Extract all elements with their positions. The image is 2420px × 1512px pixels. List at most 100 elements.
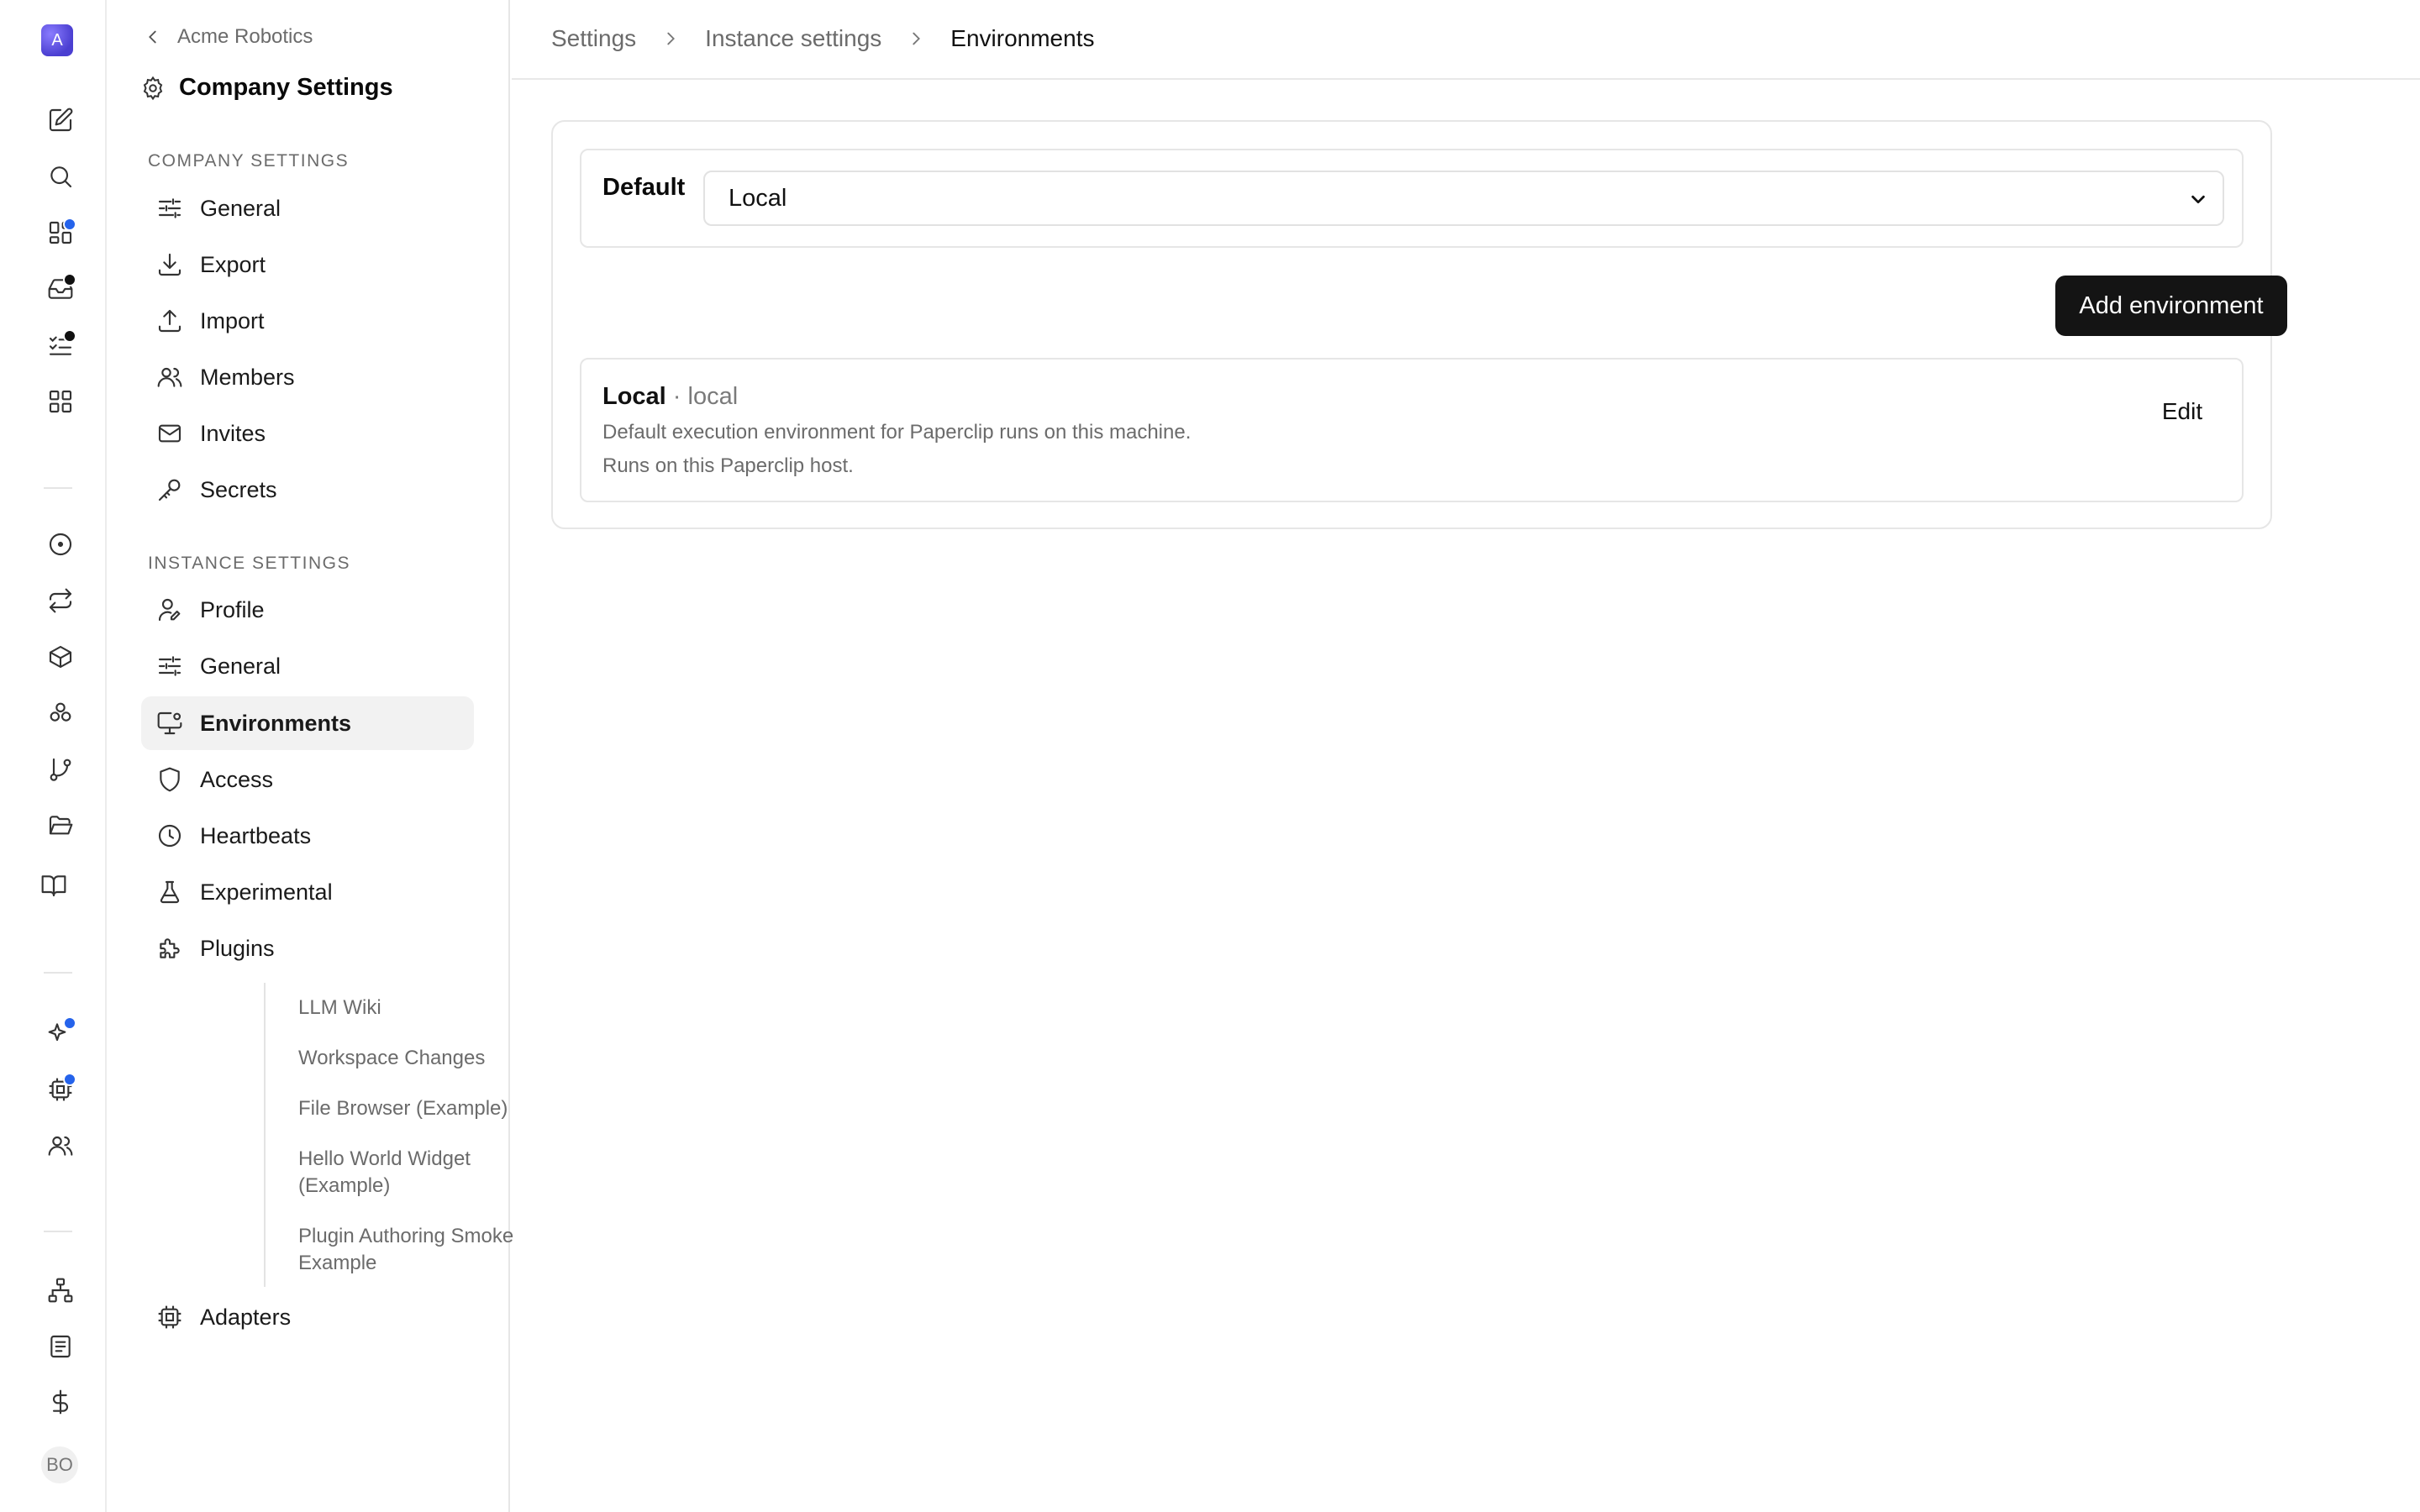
breadcrumb-instance-settings[interactable]: Instance settings xyxy=(705,25,881,52)
nav-import-label: Import xyxy=(200,307,265,333)
edit-environment-button[interactable]: Edit xyxy=(2144,385,2220,438)
nav-company-general-label: General xyxy=(200,195,281,221)
workspace-logo[interactable]: A xyxy=(41,24,73,56)
new-issue-icon[interactable] xyxy=(45,105,76,135)
sidebar-title: Company Settings xyxy=(140,74,393,102)
document-list-icon[interactable] xyxy=(45,1331,76,1362)
environment-name-separator: · xyxy=(666,383,688,410)
sparkles-notification-dot xyxy=(63,1016,76,1030)
user-avatar[interactable]: BO xyxy=(41,1446,78,1483)
instance-settings-section-label: INSTANCE SETTINGS xyxy=(148,554,350,573)
environment-name-text: Local xyxy=(602,383,666,410)
user-avatar-initials: BO xyxy=(46,1454,73,1475)
nav-profile-label: Profile xyxy=(200,596,265,622)
apps-grid-icon[interactable] xyxy=(45,386,76,417)
download-icon xyxy=(158,253,182,276)
nav-environments-label: Environments xyxy=(200,710,352,736)
nav-adapters-label: Adapters xyxy=(200,1304,292,1330)
git-branch-icon[interactable] xyxy=(45,754,76,785)
sliders-icon xyxy=(158,656,182,676)
nav-secrets[interactable]: Secrets xyxy=(141,463,474,517)
add-environment-button[interactable]: Add environment xyxy=(2055,276,2287,336)
back-link-label: Acme Robotics xyxy=(177,25,313,48)
icon-rail: A BO xyxy=(0,0,107,1512)
nav-invites-label: Invites xyxy=(200,420,266,446)
nav-access[interactable]: Access xyxy=(141,753,474,806)
clock-icon xyxy=(158,824,182,848)
environment-description: Default execution environment for Paperc… xyxy=(602,421,1192,444)
default-environment-select[interactable]: Local xyxy=(703,171,2224,226)
monitor-cog-icon xyxy=(157,711,182,735)
nav-export[interactable]: Export xyxy=(141,238,474,291)
sidebar-title-text: Company Settings xyxy=(179,74,393,101)
folder-open-icon[interactable] xyxy=(45,811,76,841)
environment-kind: local xyxy=(687,383,739,410)
plugin-tree-line xyxy=(264,983,266,1287)
mail-icon xyxy=(158,424,182,443)
sliders-icon xyxy=(158,198,182,218)
nav-environments[interactable]: Environments xyxy=(141,696,474,750)
nav-heartbeats-label: Heartbeats xyxy=(200,822,312,848)
rail-divider xyxy=(44,487,72,489)
nav-access-label: Access xyxy=(200,766,274,792)
chevron-down-icon xyxy=(2191,195,2205,204)
nav-members[interactable]: Members xyxy=(141,350,474,404)
settings-sidebar: Acme Robotics Company Settings COMPANY S… xyxy=(108,0,513,1512)
main-content: Settings Instance settings Environments … xyxy=(512,0,2420,1512)
environment-row: Local · local Default execution environm… xyxy=(580,358,2244,502)
workspace-logo-letter: A xyxy=(51,30,63,50)
gear-icon xyxy=(143,76,163,100)
nav-profile[interactable]: Profile xyxy=(141,583,474,637)
nav-instance-general[interactable]: General xyxy=(141,639,474,693)
environment-name: Local · local xyxy=(602,383,738,411)
rail-divider xyxy=(44,972,72,974)
nav-export-label: Export xyxy=(200,251,266,277)
nav-heartbeats[interactable]: Heartbeats xyxy=(141,809,474,863)
breadcrumb-settings[interactable]: Settings xyxy=(551,25,636,52)
search-icon[interactable] xyxy=(45,161,76,192)
top-bar: Settings Instance settings Environments xyxy=(512,0,2420,80)
key-icon xyxy=(158,479,181,501)
breadcrumb: Settings Instance settings Environments xyxy=(551,25,1094,52)
nav-adapters[interactable]: Adapters xyxy=(141,1290,474,1344)
back-to-company-link[interactable]: Acme Robotics xyxy=(144,25,313,49)
issues-circle-icon[interactable] xyxy=(45,529,76,559)
inbox-notification-dot xyxy=(63,273,76,286)
nav-plugins-label: Plugins xyxy=(200,935,275,961)
users-icon xyxy=(157,367,182,387)
team-users-icon[interactable] xyxy=(45,1131,76,1161)
org-chart-icon[interactable] xyxy=(45,1275,76,1305)
environment-host-note: Runs on this Paperclip host. xyxy=(602,454,854,477)
cpu-icon xyxy=(158,1305,182,1329)
agents-cluster-icon[interactable] xyxy=(45,698,76,728)
company-settings-section-label: COMPANY SETTINGS xyxy=(148,151,350,171)
chevron-left-icon xyxy=(149,30,156,44)
nav-company-general[interactable]: General xyxy=(141,181,474,235)
book-open-icon[interactable] xyxy=(39,870,69,900)
chevron-right-icon xyxy=(913,32,921,45)
environments-card: Default Local Add environment Local · lo… xyxy=(551,120,2287,529)
nav-import[interactable]: Import xyxy=(141,294,474,348)
nav-plugins[interactable]: Plugins xyxy=(141,921,474,975)
chevron-right-icon xyxy=(667,32,676,45)
nav-experimental[interactable]: Experimental xyxy=(141,865,474,919)
default-environment-box: Default Local xyxy=(580,149,2244,248)
package-icon[interactable] xyxy=(45,642,76,672)
plugin-item-plugin-authoring-smoke[interactable]: Plugin Authoring Smoke Example xyxy=(298,1223,542,1277)
nav-invites[interactable]: Invites xyxy=(141,407,474,460)
nav-instance-general-label: General xyxy=(200,653,281,679)
nav-secrets-label: Secrets xyxy=(200,476,277,502)
tasks-notification-dot xyxy=(63,329,76,343)
plugin-item-hello-world-widget[interactable]: Hello World Widget (Example) xyxy=(298,1146,500,1200)
breadcrumb-environments: Environments xyxy=(950,25,1095,51)
upload-icon xyxy=(158,309,182,333)
cpu-notification-dot xyxy=(63,1073,76,1086)
default-environment-value: Local xyxy=(729,184,787,212)
shield-icon xyxy=(160,767,180,792)
flask-icon xyxy=(160,880,180,904)
dollar-icon[interactable] xyxy=(45,1387,76,1417)
nav-members-label: Members xyxy=(200,364,295,390)
dashboard-notification-dot xyxy=(63,218,76,231)
default-environment-label: Default xyxy=(602,174,686,201)
repeat-icon[interactable] xyxy=(45,585,76,616)
